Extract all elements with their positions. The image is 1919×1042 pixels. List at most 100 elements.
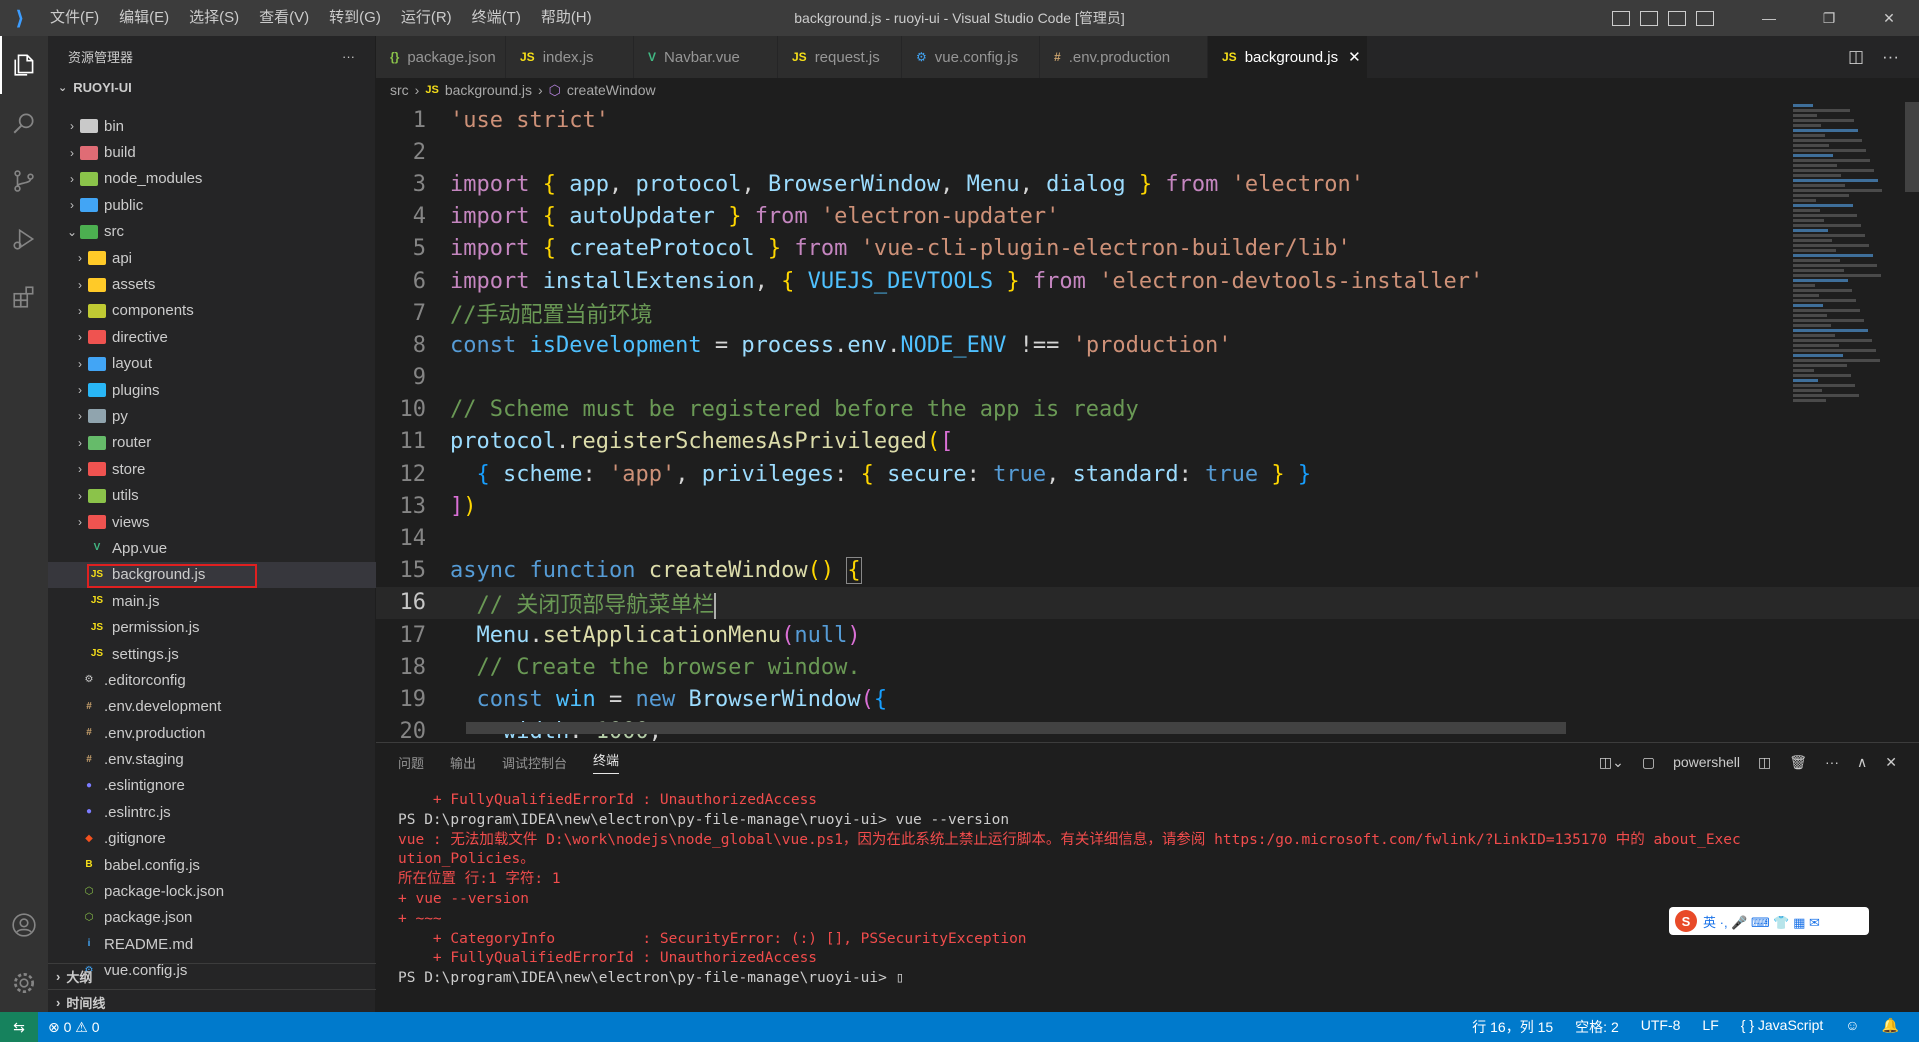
cursor-position[interactable]: 行 16，列 15	[1472, 1017, 1553, 1037]
toggle-secondary-sidebar-icon[interactable]	[1668, 10, 1686, 26]
minimap[interactable]	[1793, 102, 1903, 742]
settings-gear-icon[interactable]	[0, 954, 48, 1012]
tree-folder-build[interactable]: › build	[48, 139, 376, 165]
close-panel-icon[interactable]: ✕	[1885, 754, 1897, 771]
breadcrumb-src[interactable]: src	[390, 82, 409, 98]
run-debug-icon[interactable]	[0, 210, 48, 268]
more-actions-icon[interactable]: ···	[1882, 47, 1899, 67]
search-icon[interactable]	[0, 94, 48, 152]
code-line: 10// Scheme must be registered before th…	[399, 397, 1139, 423]
terminal-output[interactable]: + FullyQualifiedErrorId : UnauthorizedAc…	[376, 781, 1919, 999]
menu-edit[interactable]: 编辑(E)	[109, 0, 179, 36]
tree-folder-public[interactable]: › public	[48, 192, 376, 218]
tab-terminal[interactable]: 终端	[593, 750, 620, 774]
tab-index.js[interactable]: JS index.js	[506, 36, 634, 78]
tree-file-package-lock.json[interactable]: ⬡ package-lock.json	[48, 878, 376, 904]
close-window-button[interactable]: ✕	[1859, 0, 1919, 36]
tree-folder-router[interactable]: › router	[48, 430, 376, 456]
tree-folder-plugins[interactable]: › plugins	[48, 377, 376, 403]
vertical-scrollbar[interactable]	[1905, 102, 1919, 192]
tree-folder-assets[interactable]: › assets	[48, 271, 376, 297]
tree-file-settings.js[interactable]: JS settings.js	[48, 641, 376, 667]
tab-.env.production[interactable]: # .env.production	[1040, 36, 1208, 78]
tree-file-main.js[interactable]: JS main.js	[48, 588, 376, 614]
toggle-panel-icon[interactable]	[1640, 10, 1658, 26]
breadcrumb-file[interactable]: background.js	[445, 82, 532, 98]
tree-folder-components[interactable]: › components	[48, 298, 376, 324]
more-actions-icon[interactable]: ···	[342, 49, 355, 64]
menu-run[interactable]: 运行(R)	[391, 0, 462, 36]
menu-file[interactable]: 文件(F)	[40, 0, 109, 36]
indentation[interactable]: 空格: 2	[1575, 1017, 1619, 1037]
project-root[interactable]: ⌄ RUOYI-UI	[48, 76, 375, 98]
shell-name[interactable]: powershell	[1673, 754, 1740, 770]
tab-vue.config.js[interactable]: ⚙ vue.config.js	[902, 36, 1040, 78]
trash-icon[interactable]: 🗑	[1789, 754, 1807, 771]
end-of-line[interactable]: LF	[1702, 1017, 1718, 1037]
tree-folder-node_modules[interactable]: › node_modules	[48, 166, 376, 192]
tree-file-background.js[interactable]: JS background.js	[48, 561, 376, 589]
ime-toolbar[interactable]: S 英 ·, 🎤 ⌨ 👕 ▦ ✉	[1669, 907, 1869, 935]
menu-terminal[interactable]: 终端(T)	[462, 0, 531, 36]
more-icon[interactable]: ···	[1825, 754, 1839, 770]
split-editor-icon[interactable]: ◫	[1848, 47, 1864, 67]
tab-debug-console[interactable]: 调试控制台	[502, 753, 567, 772]
tree-folder-store[interactable]: › store	[48, 456, 376, 482]
tree-file-App.vue[interactable]: V App.vue	[48, 535, 376, 561]
close-tab-icon[interactable]: ✕	[1348, 48, 1361, 66]
tree-file-.editorconfig[interactable]: ⚙ .editorconfig	[48, 667, 376, 693]
tree-folder-py[interactable]: › py	[48, 403, 376, 429]
language-mode[interactable]: { } JavaScript	[1741, 1017, 1824, 1037]
tree-file-.env.staging[interactable]: # .env.staging	[48, 746, 376, 772]
minimap-line	[1793, 204, 1853, 207]
tree-file-README.md[interactable]: i README.md	[48, 931, 376, 957]
account-icon[interactable]	[0, 896, 48, 954]
maximize-panel-icon[interactable]: ∧	[1857, 754, 1867, 771]
tree-file-.env.development[interactable]: # .env.development	[48, 694, 376, 720]
encoding[interactable]: UTF-8	[1641, 1017, 1681, 1037]
notifications-bell-icon[interactable]: 🔔	[1882, 1017, 1899, 1037]
split-icon[interactable]: ◫	[1758, 754, 1771, 771]
file-icon: ●	[85, 779, 93, 791]
toggle-sidebar-icon[interactable]	[1612, 10, 1630, 26]
split-terminal-icon[interactable]: ◫⌄	[1599, 754, 1624, 771]
terminal-line: ution_Policies。	[398, 851, 535, 868]
minimize-button[interactable]: —	[1739, 0, 1799, 36]
tree-folder-views[interactable]: › views	[48, 509, 376, 535]
remote-icon[interactable]: ⇆	[0, 1012, 38, 1042]
customize-layout-icon[interactable]	[1696, 10, 1714, 26]
tree-file-.eslintignore[interactable]: ● .eslintignore	[48, 773, 376, 799]
tree-folder-layout[interactable]: › layout	[48, 351, 376, 377]
tab-request.js[interactable]: JS request.js	[778, 36, 902, 78]
menu-help[interactable]: 帮助(H)	[531, 0, 602, 36]
tree-folder-src[interactable]: ⌄ src	[48, 219, 376, 245]
menu-go[interactable]: 转到(G)	[319, 0, 391, 36]
outline-section[interactable]: › 大纲	[48, 963, 376, 989]
maximize-button[interactable]: ❐	[1799, 0, 1859, 36]
problems-count[interactable]: ⊗ 0 ⚠ 0	[48, 1019, 100, 1036]
tree-file-.gitignore[interactable]: ◆ .gitignore	[48, 826, 376, 852]
explorer-icon[interactable]	[0, 36, 48, 94]
tab-Navbar.vue[interactable]: V Navbar.vue	[634, 36, 778, 78]
tab-problems[interactable]: 问题	[398, 753, 424, 772]
tab-output[interactable]: 输出	[450, 753, 476, 772]
feedback-icon[interactable]: ☺	[1845, 1017, 1859, 1037]
extensions-icon[interactable]	[0, 268, 48, 326]
tree-folder-api[interactable]: › api	[48, 245, 376, 271]
tree-folder-bin[interactable]: › bin	[48, 113, 376, 139]
tree-file-babel.config.js[interactable]: Bbabel.config.js	[48, 852, 376, 878]
horizontal-scrollbar[interactable]	[466, 722, 1566, 734]
code-editor[interactable]: 1'use strict' 2 3 import { app, protocol,…	[376, 102, 1919, 742]
source-control-icon[interactable]	[0, 152, 48, 210]
tab-background.js[interactable]: JS background.js ✕	[1208, 36, 1368, 78]
tree-file-.eslintrc.js[interactable]: ● .eslintrc.js	[48, 799, 376, 825]
menu-view[interactable]: 查看(V)	[249, 0, 319, 36]
tree-file-permission.js[interactable]: JS permission.js	[48, 614, 376, 640]
tree-folder-directive[interactable]: › directive	[48, 324, 376, 350]
breadcrumb-symbol[interactable]: createWindow	[567, 82, 656, 98]
tab-package.json[interactable]: {} package.json	[376, 36, 506, 78]
menu-selection[interactable]: 选择(S)	[179, 0, 249, 36]
tree-file-package.json[interactable]: ⬡ package.json	[48, 905, 376, 931]
tree-folder-utils[interactable]: › utils	[48, 482, 376, 508]
tree-file-.env.production[interactable]: # .env.production	[48, 720, 376, 746]
